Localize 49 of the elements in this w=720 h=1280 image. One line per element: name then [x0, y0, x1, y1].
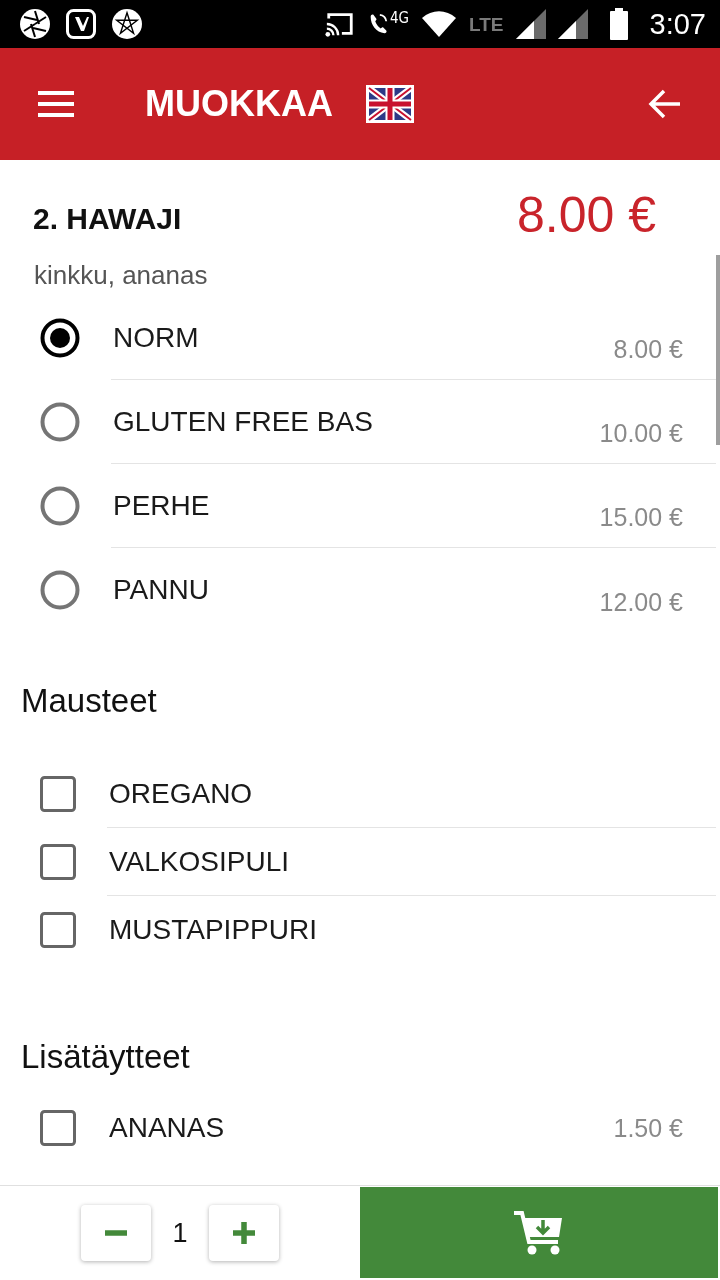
menu-icon	[38, 91, 74, 117]
product-name: 2. HAWAJI	[33, 202, 182, 236]
quantity-value: 1	[171, 1217, 189, 1249]
size-option-price: 15.00 €	[599, 503, 683, 532]
signal-icon	[515, 9, 546, 39]
cart-download-icon	[514, 1209, 564, 1256]
size-option-price: 8.00 €	[613, 335, 683, 364]
section-heading: Mausteet	[21, 681, 157, 721]
radio-button[interactable]	[40, 570, 80, 610]
decrease-button[interactable]	[81, 1205, 151, 1261]
network-type-label: 4G	[390, 10, 410, 26]
checkbox[interactable]	[40, 1110, 76, 1146]
signal-icon	[557, 9, 588, 39]
section-heading: Lisätäytteet	[21, 1037, 190, 1077]
checkbox[interactable]	[40, 776, 76, 812]
radio-button[interactable]	[40, 402, 80, 442]
topping-option-label: ANANAS	[109, 1112, 225, 1144]
topping-option-label: MUSTAPIPPURI	[109, 914, 317, 946]
product-description: kinkku, ananas	[34, 259, 208, 292]
wifi-icon	[421, 10, 458, 38]
increase-button[interactable]	[209, 1205, 279, 1261]
size-option-label: NORM	[113, 321, 199, 354]
screen-title: MUOKKAA	[145, 83, 333, 125]
topping-option-label: OREGANO	[109, 777, 253, 810]
size-option-price: 12.00 €	[599, 587, 683, 617]
radio-button[interactable]	[40, 318, 80, 358]
product-price: 8.00 €	[517, 186, 656, 244]
battery-icon	[609, 8, 628, 40]
checkbox[interactable]	[40, 912, 76, 948]
size-option-label: PANNU	[113, 574, 209, 606]
uk-flag-icon[interactable]	[366, 85, 414, 123]
size-option-label: GLUTEN FREE BAS	[113, 405, 373, 438]
topping-option-label: VALKOSIPULI	[109, 845, 289, 878]
lte-label: LTE	[469, 13, 504, 36]
aperture-icon	[20, 9, 50, 39]
clock-time: 3:07	[649, 7, 706, 41]
star-icon	[112, 9, 142, 39]
minus-icon	[105, 1230, 127, 1236]
plus-icon	[233, 1222, 255, 1244]
radio-button[interactable]	[40, 486, 80, 526]
checkbox[interactable]	[40, 844, 76, 880]
app-icon	[66, 9, 96, 39]
add-to-cart-button[interactable]	[360, 1187, 718, 1278]
menu-button[interactable]	[38, 91, 74, 117]
back-arrow-icon	[648, 89, 682, 119]
size-option-label: PERHE	[113, 489, 210, 522]
size-option-price: 10.00 €	[599, 419, 683, 448]
topping-option-price: 1.50 €	[613, 1113, 683, 1143]
back-button[interactable]	[648, 89, 682, 119]
